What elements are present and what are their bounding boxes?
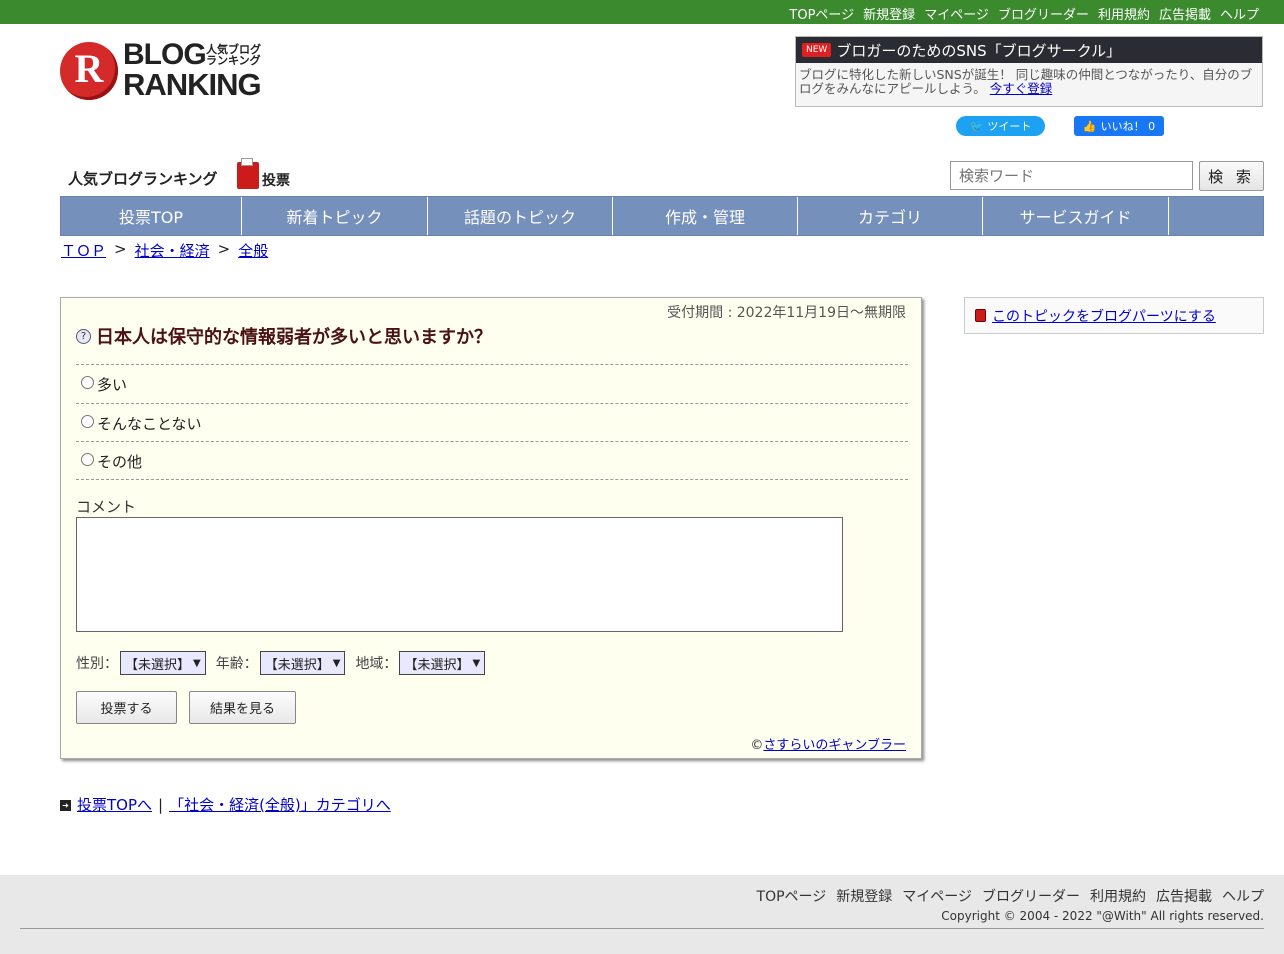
age-value: 【未選択】: [264, 657, 330, 673]
author-link[interactable]: さすらいのギャンブラー: [763, 738, 906, 753]
promo-title: ブロガーのためのSNS「ブログサークル」: [836, 41, 1122, 60]
chevron-down-icon: ▼: [472, 657, 481, 669]
footer-link-help[interactable]: ヘルプ: [1222, 886, 1264, 906]
nav-new-topics[interactable]: 新着トピック: [242, 197, 428, 235]
arrow-right-icon: ➜: [60, 800, 71, 811]
age-label: 年齢：: [215, 656, 258, 672]
category-link[interactable]: 「社会・経済(全般)」カテゴリへ: [169, 794, 391, 815]
nav-create-manage[interactable]: 作成・管理: [613, 197, 798, 235]
radio-button[interactable]: [81, 375, 94, 389]
promo-body: ブログに特化した新しいSNSが誕生！ 同じ趣味の仲間とつながったり、自分のブログ…: [796, 63, 1262, 96]
vote-panel: 受付期間 : 2022年11月19日～無期限 ? 日本人は保守的な情報弱者が多い…: [60, 297, 922, 759]
vote-option[interactable]: そんなことない: [76, 403, 908, 442]
vote-question: 日本人は保守的な情報弱者が多いと思いますか？: [96, 327, 492, 348]
age-select[interactable]: 【未選択】 ▼: [259, 651, 346, 675]
main-nav: 投票TOP 新着トピック 話題のトピック 作成・管理 カテゴリ サービスガイド: [60, 196, 1264, 236]
comment-textarea[interactable]: [76, 517, 843, 632]
region-value: 【未選択】: [404, 657, 470, 673]
question-icon: ?: [76, 329, 91, 344]
like-label: いいね！ 0: [1100, 120, 1156, 133]
view-results-button[interactable]: 結果を見る: [189, 691, 296, 724]
logo-text-blog: BLOG: [123, 38, 207, 71]
thumbs-up-icon: 👍: [1082, 119, 1097, 133]
vote-option[interactable]: 多い: [76, 364, 908, 403]
top-link-top[interactable]: TOPページ: [789, 4, 854, 23]
top-link-terms[interactable]: 利用規約: [1098, 4, 1150, 23]
ballot-box-icon: [237, 158, 259, 189]
promo-register-link[interactable]: 今すぐ登録: [990, 81, 1053, 96]
logo-jp-line2: ランキング: [206, 54, 261, 67]
copyright: Copyright © 2004 - 2022 "@With" All righ…: [941, 909, 1264, 923]
vote-top-link[interactable]: 投票TOPへ: [77, 794, 152, 815]
logo-letter: R: [74, 46, 104, 91]
site-logo[interactable]: R BLOG RANKING 人気ブログ ランキング: [60, 40, 265, 102]
section-subtitle: 人気ブログランキング: [68, 170, 218, 188]
promo-header: NEW ブロガーのためのSNS「ブログサークル」: [796, 37, 1262, 63]
vote-button[interactable]: 投票する: [76, 691, 177, 724]
section-subtitle-vote: 投票: [262, 173, 290, 189]
footer-link-ads[interactable]: 広告掲載: [1156, 886, 1212, 906]
search-input[interactable]: [950, 161, 1193, 190]
comment-label: コメント: [76, 498, 137, 516]
breadcrumb: ＴＯＰ > 社会・経済 > 全般: [61, 240, 268, 261]
like-button[interactable]: 👍 いいね！ 0: [1074, 116, 1164, 136]
gender-label: 性別：: [76, 656, 118, 672]
radio-button[interactable]: [81, 452, 94, 466]
top-link-mypage[interactable]: マイページ: [924, 4, 989, 23]
copyright-symbol: ©: [750, 738, 764, 753]
ballot-box-icon: [975, 309, 986, 322]
footer-nav: TOPページ 新規登録 マイページ ブログリーダー 利用規約 広告掲載 ヘルプ: [757, 886, 1264, 906]
gender-select[interactable]: 【未選択】 ▼: [120, 651, 206, 675]
option-label: そんなことない: [97, 414, 202, 433]
blog-parts-link[interactable]: このトピックをブログパーツにする: [992, 306, 1216, 326]
breadcrumb-top[interactable]: ＴＯＰ: [61, 240, 106, 261]
chevron-down-icon: ▼: [193, 657, 201, 669]
region-select[interactable]: 【未選択】 ▼: [399, 651, 486, 675]
nav-category[interactable]: カテゴリ: [798, 197, 983, 235]
footer-link-top[interactable]: TOPページ: [757, 886, 827, 906]
chevron-down-icon: ▼: [332, 657, 341, 669]
vote-option[interactable]: その他: [76, 441, 908, 480]
author-credit: ©さすらいのギャンブラー: [750, 734, 906, 753]
nav-vote-top[interactable]: 投票TOP: [61, 197, 242, 235]
breadcrumb-sep: >: [114, 240, 127, 258]
gender-value: 【未選択】: [125, 657, 191, 673]
radio-button[interactable]: [81, 414, 94, 428]
option-label: 多い: [97, 375, 128, 394]
nav-service-guide[interactable]: サービスガイド: [983, 197, 1169, 235]
link-separator: |: [158, 795, 164, 814]
tweet-label: ツイート: [987, 120, 1032, 133]
blog-parts-box: このトピックをブログパーツにする: [964, 297, 1264, 334]
top-link-blog-reader[interactable]: ブログリーダー: [998, 4, 1089, 23]
bottom-links: ➜ 投票TOPへ | 「社会・経済(全般)」カテゴリへ: [60, 794, 391, 815]
top-link-help[interactable]: ヘルプ: [1220, 4, 1259, 23]
nav-hot-topics[interactable]: 話題のトピック: [428, 197, 613, 235]
option-label: その他: [97, 452, 143, 471]
new-badge: NEW: [802, 43, 832, 57]
tweet-button[interactable]: 🐦 ツイート: [956, 116, 1045, 136]
footer-link-register[interactable]: 新規登録: [836, 886, 892, 906]
divider: [76, 479, 908, 480]
top-bar: TOPページ 新規登録 マイページ ブログリーダー 利用規約 広告掲載 ヘルプ: [0, 0, 1284, 24]
breadcrumb-subcategory[interactable]: 全般: [238, 240, 268, 261]
demographics-row: 性別： 【未選択】 ▼ 年齢： 【未選択】 ▼ 地域： 【未選択】 ▼: [76, 651, 495, 675]
divider: [20, 928, 1264, 929]
footer-link-mypage[interactable]: マイページ: [902, 886, 972, 906]
footer: TOPページ 新規登録 マイページ ブログリーダー 利用規約 広告掲載 ヘルプ …: [0, 875, 1284, 954]
footer-link-blog-reader[interactable]: ブログリーダー: [982, 886, 1080, 906]
search-button[interactable]: 検 索: [1199, 161, 1264, 191]
twitter-bird-icon: 🐦: [969, 119, 984, 133]
top-link-ads[interactable]: 広告掲載: [1159, 4, 1211, 23]
breadcrumb-sep: >: [217, 240, 231, 258]
footer-link-terms[interactable]: 利用規約: [1090, 886, 1146, 906]
logo-text-ranking: RANKING: [123, 67, 262, 102]
breadcrumb-category[interactable]: 社会・経済: [135, 240, 210, 261]
promo-box: NEW ブロガーのためのSNS「ブログサークル」 ブログに特化した新しいSNSが…: [795, 36, 1263, 107]
logo-text-jp: 人気ブログ ランキング: [206, 44, 266, 66]
nav-blank: [1169, 197, 1263, 235]
top-nav: TOPページ 新規登録 マイページ ブログリーダー 利用規約 広告掲載 ヘルプ: [789, 4, 1259, 23]
vote-period: 受付期間 : 2022年11月19日～無期限: [667, 305, 906, 321]
top-link-register[interactable]: 新規登録: [863, 4, 915, 23]
region-label: 地域：: [355, 656, 398, 672]
